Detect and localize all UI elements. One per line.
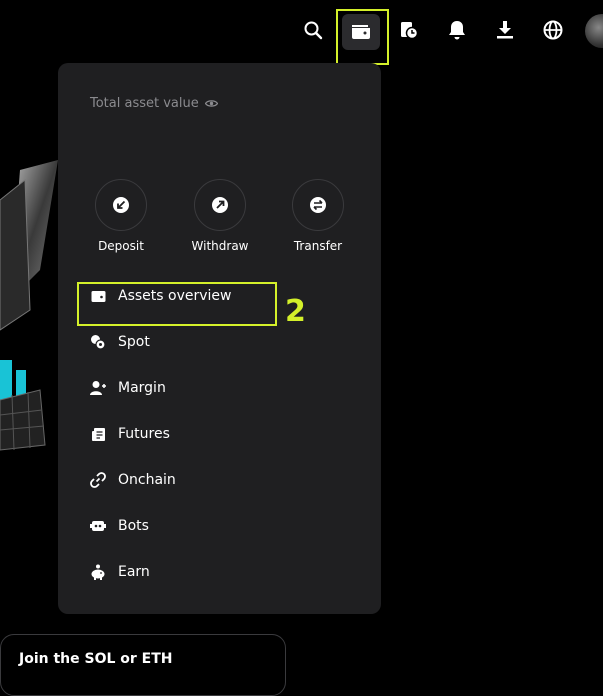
- user-plus-icon: [90, 380, 106, 396]
- withdraw-circle[interactable]: [194, 179, 246, 231]
- download-icon: [497, 21, 513, 39]
- wallet-dropdown-panel: Total asset value Deposit Withdraw Trans…: [58, 63, 381, 614]
- document-icon: [90, 426, 106, 442]
- total-asset-value-text: Total asset value: [90, 96, 199, 111]
- withdraw-icon: [212, 197, 228, 213]
- menu-item-onchain[interactable]: Onchain: [90, 472, 176, 488]
- robot-icon: [90, 518, 106, 534]
- total-asset-value-label: Total asset value: [90, 96, 218, 111]
- transfer-icon: [310, 197, 326, 213]
- notification-bell-icon: [449, 21, 465, 40]
- search-button[interactable]: [299, 16, 327, 44]
- menu-item-label: Spot: [118, 334, 150, 350]
- highlight-box-wallet: [336, 9, 389, 65]
- menu-item-spot[interactable]: Spot: [90, 334, 150, 350]
- deposit-icon: [113, 197, 129, 213]
- order-history-button[interactable]: [395, 16, 423, 44]
- menu-item-label: Onchain: [118, 472, 176, 488]
- highlight-box-assets-overview: [77, 282, 277, 326]
- search-icon: [304, 21, 323, 40]
- menu-item-margin[interactable]: Margin: [90, 380, 166, 396]
- background-artwork: [0, 160, 58, 451]
- menu-item-futures[interactable]: Futures: [90, 426, 170, 442]
- menu-item-bots[interactable]: Bots: [90, 518, 149, 534]
- withdraw-action[interactable]: Withdraw: [180, 179, 260, 253]
- notifications-button[interactable]: [443, 16, 471, 44]
- globe-icon: [543, 20, 563, 40]
- withdraw-label: Withdraw: [191, 239, 249, 253]
- language-button[interactable]: [539, 16, 567, 44]
- deposit-action[interactable]: Deposit: [81, 179, 161, 253]
- menu-item-label: Futures: [118, 426, 170, 442]
- deposit-circle[interactable]: [95, 179, 147, 231]
- menu-item-label: Margin: [118, 380, 166, 396]
- menu-item-label: Earn: [118, 564, 150, 580]
- menu-item-label: Bots: [118, 518, 149, 534]
- menu-item-earn[interactable]: Earn: [90, 564, 150, 580]
- eye-icon[interactable]: [204, 99, 218, 108]
- user-avatar[interactable]: [585, 14, 603, 48]
- transfer-circle[interactable]: [292, 179, 344, 231]
- promo-text: Join the SOL or ETH: [19, 651, 173, 667]
- transfer-action[interactable]: Transfer: [278, 179, 358, 253]
- coins-icon: [90, 334, 106, 350]
- order-history-icon: [401, 22, 419, 40]
- deposit-label: Deposit: [98, 239, 144, 253]
- transfer-label: Transfer: [293, 239, 343, 253]
- link-icon: [90, 472, 106, 488]
- annotation-number-2: 2: [285, 294, 306, 329]
- promo-card[interactable]: Join the SOL or ETH: [0, 634, 286, 696]
- download-button[interactable]: [491, 16, 519, 44]
- piggy-bank-icon: [90, 564, 106, 580]
